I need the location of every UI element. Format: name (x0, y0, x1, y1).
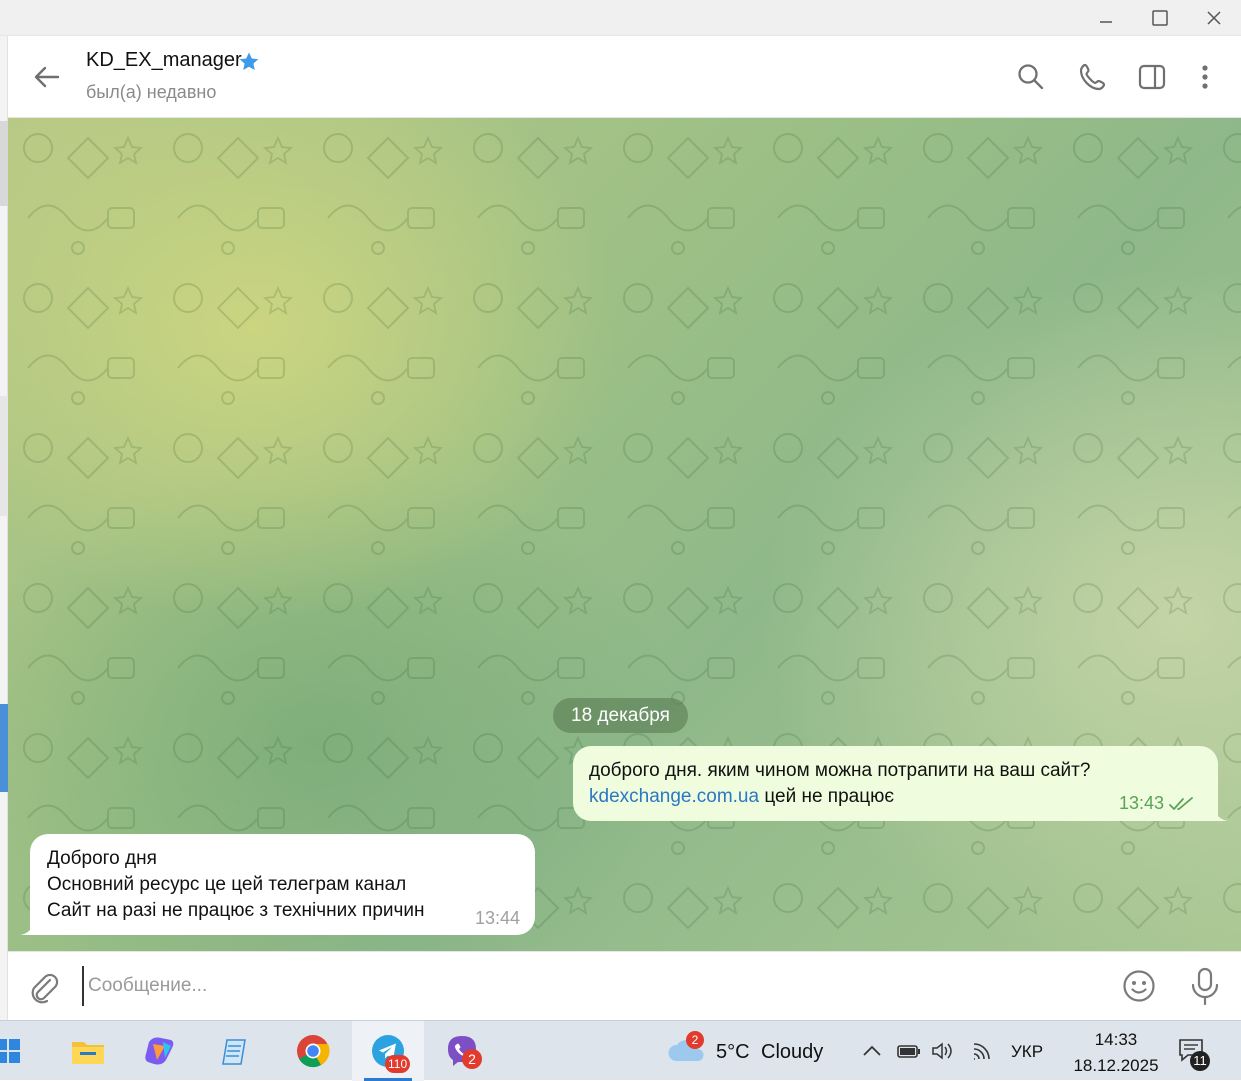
verified-star-icon (239, 52, 259, 70)
telegram-unread-badge: 110 (385, 1055, 411, 1073)
outgoing-message[interactable]: доброго дня. яким чином можна потрапити … (573, 746, 1228, 821)
taskbar-telegram[interactable]: 110 (352, 1021, 424, 1081)
message-text-rest: цей не працює (759, 786, 895, 807)
battery-icon[interactable] (896, 1039, 922, 1063)
date-separator: 18 декабря (553, 698, 688, 733)
volume-icon[interactable] (930, 1039, 956, 1063)
paperclip-icon[interactable] (26, 970, 60, 1004)
contact-status: был(а) недавно (86, 82, 217, 102)
maximize-button[interactable] (1148, 6, 1172, 30)
chevron-up-icon[interactable] (859, 1039, 885, 1063)
notepad-icon (222, 1039, 246, 1065)
taskbar-chrome[interactable] (277, 1021, 349, 1081)
weather-temperature: 5°C (716, 1041, 750, 1063)
copilot-icon (145, 1037, 174, 1065)
chrome-icon (297, 1035, 330, 1068)
message-time: 13:44 (474, 908, 520, 928)
message-time: 13:43 (1118, 793, 1164, 813)
keyboard-language[interactable]: УКР (1011, 1042, 1043, 1062)
clock-time: 14:33 (1094, 1030, 1138, 1049)
search-icon[interactable] (1015, 61, 1047, 93)
window-titlebar (0, 0, 1241, 36)
contact-name[interactable]: KD_EX_manager (86, 49, 242, 72)
clock-date: 18.12.2025 (1073, 1056, 1159, 1075)
notification-center-button[interactable]: 11 (1174, 1033, 1218, 1073)
minimize-icon (1100, 21, 1112, 23)
chat-list-edge (0, 36, 8, 1020)
weather-alert-badge: 2 (686, 1031, 704, 1049)
message-text-line2: kdexchange.com.ua цей не працює (589, 786, 894, 808)
sidebar-icon[interactable] (1136, 61, 1168, 93)
message-text-line: Основний ресурс це цей телеграм канал (47, 874, 407, 895)
arrow-left-icon[interactable] (30, 60, 64, 94)
double-check-icon (1169, 797, 1193, 810)
more-vertical-icon[interactable] (1189, 61, 1221, 93)
message-text-line: Доброго дня (47, 848, 157, 869)
close-button[interactable] (1202, 6, 1226, 30)
wallpaper-pattern (8, 118, 1241, 951)
weather-condition: Cloudy (761, 1041, 824, 1063)
message-input[interactable] (82, 966, 1092, 1006)
taskbar-file-explorer[interactable] (52, 1021, 124, 1081)
start-menu-icon (0, 1039, 20, 1063)
taskbar-viber[interactable]: 2 (426, 1021, 498, 1081)
wifi-icon[interactable] (970, 1039, 996, 1063)
taskbar-copilot[interactable] (124, 1021, 196, 1081)
folder-icon (72, 1042, 104, 1064)
start-button[interactable] (0, 1021, 38, 1081)
minimize-button[interactable] (1094, 6, 1118, 30)
system-clock[interactable]: 14:33 18.12.2025 (1066, 1027, 1166, 1079)
phone-icon[interactable] (1077, 61, 1109, 93)
message-composer (8, 951, 1241, 1020)
message-text: доброго дня. яким чином можна потрапити … (589, 760, 1091, 781)
emoji-icon[interactable] (1121, 968, 1157, 1004)
chat-area[interactable]: 18 декабря доброго дня. яким чином можна… (8, 118, 1241, 951)
notification-count-badge: 11 (1190, 1051, 1210, 1071)
viber-unread-badge: 2 (462, 1049, 482, 1069)
taskbar: 110 2 2 5°C Cloudy УКР 14:33 18.12.2025 (0, 1020, 1241, 1081)
bubble-tail (1214, 807, 1228, 821)
bubble-tail (20, 921, 34, 935)
microphone-icon[interactable] (1187, 966, 1223, 1006)
taskbar-notepad[interactable] (200, 1021, 272, 1081)
message-text-line: Сайт на разі не працює з технічних причи… (47, 900, 425, 921)
message-link[interactable]: kdexchange.com.ua (589, 786, 759, 807)
chat-header: KD_EX_manager был(а) недавно (8, 36, 1241, 118)
maximize-icon (1152, 10, 1168, 26)
close-icon (1207, 11, 1221, 25)
incoming-message[interactable]: Доброго дня Основний ресурс це цей телег… (20, 834, 535, 935)
